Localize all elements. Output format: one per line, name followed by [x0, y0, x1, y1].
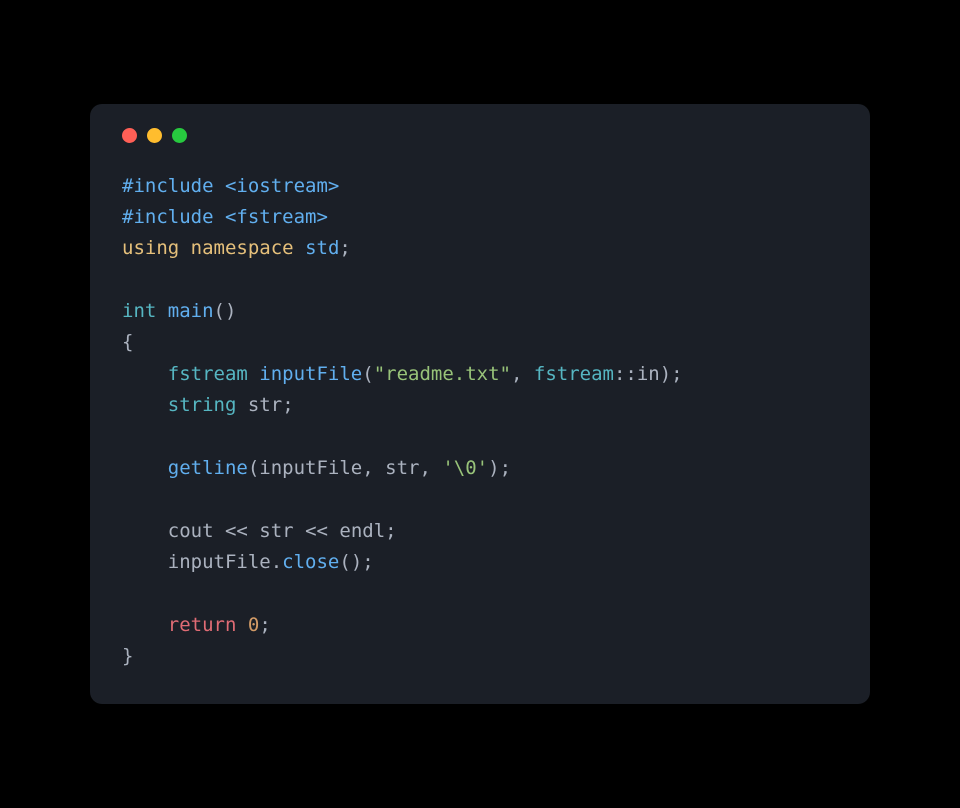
punct-token: ()	[214, 300, 237, 322]
punct-token: );	[660, 363, 683, 385]
scope-token: ::	[614, 363, 637, 385]
punct-token: .	[271, 551, 282, 573]
maximize-button[interactable]	[172, 128, 187, 143]
punct-token: ;	[259, 614, 270, 636]
indent	[122, 614, 168, 636]
char-token: '\0'	[442, 457, 488, 479]
preproc-token: #include	[122, 206, 225, 228]
punct-token: (	[362, 363, 373, 385]
func-token: main	[168, 300, 214, 322]
punct-token: ,	[511, 363, 534, 385]
punct-token: ;	[339, 237, 350, 259]
var-token: inputFile	[259, 457, 362, 479]
type-token: string	[168, 394, 237, 416]
brace-token: }	[122, 645, 133, 667]
var-token: str	[248, 394, 282, 416]
op-token: <<	[294, 520, 340, 542]
window-titlebar	[122, 128, 838, 143]
header-token: <iostream>	[225, 175, 339, 197]
func-token: close	[282, 551, 339, 573]
string-token: "readme.txt"	[374, 363, 511, 385]
var-token: endl	[339, 520, 385, 542]
indent	[122, 363, 168, 385]
punct-token: ();	[339, 551, 373, 573]
var-token: inputFile	[259, 363, 362, 385]
space	[236, 614, 247, 636]
punct-token: ;	[385, 520, 396, 542]
indent	[122, 394, 168, 416]
header-token: <fstream>	[225, 206, 328, 228]
var-token: inputFile	[168, 551, 271, 573]
punct-token: );	[488, 457, 511, 479]
punct-token: ;	[282, 394, 293, 416]
namespace-token: std	[305, 237, 339, 259]
indent	[122, 520, 168, 542]
close-button[interactable]	[122, 128, 137, 143]
code-block: #include <iostream> #include <fstream> u…	[122, 171, 838, 673]
var-token: str	[259, 520, 293, 542]
minimize-button[interactable]	[147, 128, 162, 143]
op-token: <<	[214, 520, 260, 542]
func-token: getline	[168, 457, 248, 479]
keyword-token: namespace	[191, 237, 294, 259]
preproc-token: #include	[122, 175, 225, 197]
code-window: #include <iostream> #include <fstream> u…	[90, 104, 870, 705]
punct-token: (	[248, 457, 259, 479]
punct-token: ,	[362, 457, 385, 479]
brace-token: {	[122, 331, 133, 353]
punct-token: ,	[419, 457, 442, 479]
keyword-token: using	[122, 237, 179, 259]
type-token: fstream	[534, 363, 614, 385]
indent	[122, 551, 168, 573]
type-token: int	[122, 300, 156, 322]
var-token: cout	[168, 520, 214, 542]
var-token: str	[385, 457, 419, 479]
member-token: in	[637, 363, 660, 385]
type-token: fstream	[168, 363, 248, 385]
keyword-token: return	[168, 614, 237, 636]
number-token: 0	[248, 614, 259, 636]
indent	[122, 457, 168, 479]
